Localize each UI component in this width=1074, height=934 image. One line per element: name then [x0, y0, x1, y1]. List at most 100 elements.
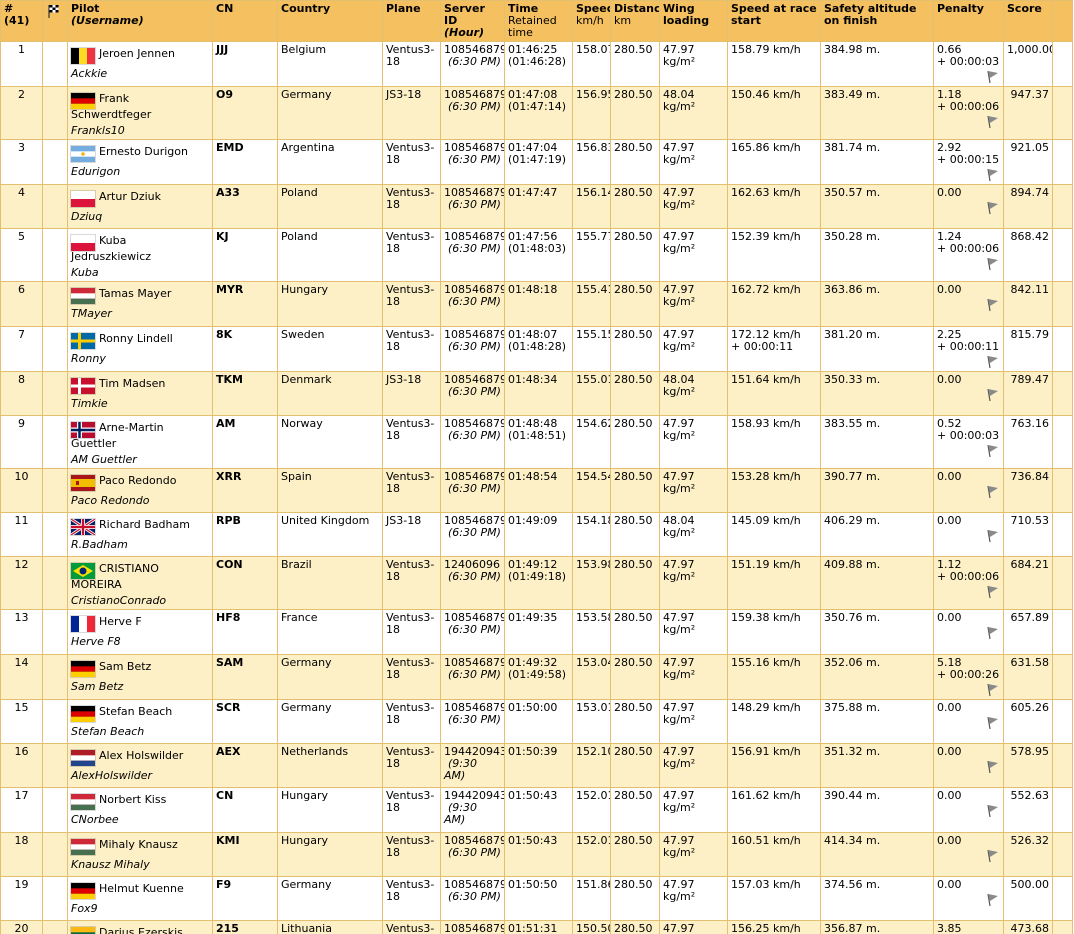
- table-row[interactable]: 16 Alex Holswilder AlexHolswilder AEX Nether…: [0, 743, 1073, 789]
- table-row[interactable]: 8 Tim Madsen Timkie TKM Denmark JS3-18 1085468…: [0, 370, 1073, 416]
- penalty-flag-icon[interactable]: [985, 168, 1001, 182]
- pilot-cell[interactable]: Tamas Mayer TMayer: [67, 281, 213, 327]
- penalty-flag-icon[interactable]: [985, 760, 1001, 774]
- table-row[interactable]: 1 Jeroen Jennen Ackkie JJJ Belgium Ventus3-18…: [0, 41, 1073, 87]
- table-row[interactable]: 6 Tamas Mayer TMayer MYR Hungary Ventus3-18 10…: [0, 281, 1073, 327]
- plane-cell: Ventus3-18: [382, 653, 441, 700]
- penalty-flag-icon[interactable]: [985, 626, 1001, 640]
- col-country[interactable]: Country: [277, 0, 383, 42]
- table-row[interactable]: 20 Darius EzerskisDuzgis215LithuaniaVentu…: [0, 920, 1073, 934]
- pilot-cell[interactable]: Alex Holswilder AlexHolswilder: [67, 743, 213, 789]
- penalty-flag-icon[interactable]: [985, 115, 1001, 129]
- pilot-cell[interactable]: Helmut Kuenne Fox9: [67, 875, 213, 922]
- table-row[interactable]: 14 Sam Betz Sam Betz SAM Germany Ventus3-18 10…: [0, 653, 1073, 700]
- table-row[interactable]: 18 Mihaly Knausz Knausz Mihaly KMI Hungary Ve…: [0, 831, 1073, 877]
- pilot-cell[interactable]: Kuba Jedruszkiewicz Kuba: [67, 228, 213, 283]
- pilot-cell[interactable]: Arne-Martin Guettler AM Guettler: [67, 414, 213, 469]
- pilot-cell[interactable]: Richard Badham R.Badham: [67, 512, 213, 558]
- pilot-cell[interactable]: Sam Betz Sam Betz: [67, 653, 213, 700]
- pilot-name[interactable]: Paco Redondo: [99, 474, 176, 487]
- pilot-cell[interactable]: Paco Redondo Paco Redondo: [67, 467, 213, 514]
- pilot-name[interactable]: Ronny Lindell: [99, 332, 173, 345]
- penalty-flag-icon[interactable]: [985, 529, 1001, 543]
- pilot-cell[interactable]: Jeroen Jennen Ackkie: [67, 41, 213, 87]
- extra-cell: [1052, 556, 1073, 611]
- pilot-name[interactable]: Artur Dziuk: [99, 190, 161, 203]
- pilot-name[interactable]: Tamas Mayer: [99, 287, 171, 300]
- pilot-cell[interactable]: Ronny Lindell Ronny: [67, 325, 213, 372]
- pilot-cell[interactable]: Tim Madsen Timkie: [67, 370, 213, 416]
- penalty-flag-icon[interactable]: [985, 585, 1001, 599]
- penalty-flag-icon[interactable]: [985, 201, 1001, 215]
- speed-race-start: 165.86 km/h: [731, 141, 801, 154]
- pilot-name[interactable]: Ernesto Durigon: [99, 145, 188, 158]
- col-distance[interactable]: Distancekm: [610, 0, 660, 42]
- col-pilot[interactable]: Pilot (Username): [67, 0, 213, 42]
- col-rank[interactable]: # (41): [0, 0, 43, 42]
- table-row[interactable]: 17 Norbert Kiss CNorbee CN Hungary Ventus3-18…: [0, 787, 1073, 833]
- table-row[interactable]: 5 Kuba Jedruszkiewicz Kuba KJ Poland Ventus3-…: [0, 228, 1073, 283]
- penalty-flag-icon[interactable]: [985, 444, 1001, 458]
- penalty-flag-icon[interactable]: [985, 355, 1001, 369]
- table-row[interactable]: 11 Richard Badham R.Badham RPB United Kingdo…: [0, 512, 1073, 558]
- col-speed-race-start[interactable]: Speed at race start: [727, 0, 821, 42]
- table-row[interactable]: 3 Ernesto Durigon Edurigon EMD Argentina Vent…: [0, 139, 1073, 185]
- pilot-cell[interactable]: Artur Dziuk Dziuq: [67, 183, 213, 230]
- hungary-flag-icon: [71, 288, 95, 305]
- penalty-flag-icon[interactable]: [985, 388, 1001, 402]
- pilot-cell[interactable]: Frank Schwerdtfeger Frankls10: [67, 86, 213, 140]
- table-row[interactable]: 9 Arne-Martin Guettler AM Guettler AM Norway…: [0, 414, 1073, 469]
- pilot-cell[interactable]: Mihaly Knausz Knausz Mihaly: [67, 831, 213, 877]
- col-time[interactable]: Time Retained time: [504, 0, 573, 42]
- cn-cell: AEX: [212, 743, 278, 789]
- pilot-cell[interactable]: Ernesto Durigon Edurigon: [67, 139, 213, 185]
- col-cn[interactable]: CN: [212, 0, 278, 42]
- pilot-cell[interactable]: CRISTIANO MOREIRA CristianoConrado: [67, 556, 213, 611]
- penalty-flag-icon[interactable]: [985, 849, 1001, 863]
- table-row[interactable]: 4 Artur Dziuk Dziuq A33 Poland Ventus3-18 1085…: [0, 183, 1073, 230]
- penalty-flag-icon[interactable]: [985, 683, 1001, 697]
- penalty-flag-icon[interactable]: [985, 485, 1001, 499]
- table-row[interactable]: 2 Frank Schwerdtfeger Frankls10 O9 Germany JS…: [0, 86, 1073, 140]
- penalty-flag-icon[interactable]: [985, 716, 1001, 730]
- pilot-cell[interactable]: Herve F Herve F8: [67, 609, 213, 655]
- table-row[interactable]: 19 Helmut Kuenne Fox9 F9 Germany Ventus3-18 10…: [0, 875, 1073, 922]
- table-row[interactable]: 7 Ronny Lindell Ronny 8K Sweden Ventus3-18 108…: [0, 325, 1073, 372]
- pilot-name[interactable]: Tim Madsen: [99, 377, 165, 390]
- penalty-flag-icon[interactable]: [985, 893, 1001, 907]
- pilot-name[interactable]: Herve F: [99, 615, 142, 628]
- col-safety-altitude[interactable]: Safety altitude on finish: [820, 0, 934, 42]
- pilot-name[interactable]: Helmut Kuenne: [99, 882, 184, 895]
- pilot-name[interactable]: Alex Holswilder: [99, 749, 183, 762]
- table-row[interactable]: 10 Paco Redondo Paco Redondo XRR Spain Ventus…: [0, 467, 1073, 514]
- pilot-cell[interactable]: Stefan Beach Stefan Beach: [67, 698, 213, 745]
- table-row[interactable]: 12 CRISTIANO MOREIRA CristianoConrado CON Br…: [0, 556, 1073, 611]
- pilot-name[interactable]: Mihaly Knausz: [99, 838, 178, 851]
- col-wing[interactable]: Wing loading: [659, 0, 728, 42]
- col-speed[interactable]: Speedkm/h: [572, 0, 611, 42]
- table-row[interactable]: 13 Herve F Herve F8 HF8 France Ventus3-18 1085…: [0, 609, 1073, 655]
- pilot-cell[interactable]: Darius EzerskisDuzgis: [67, 920, 213, 934]
- retained-time: (01:48:51): [508, 428, 566, 442]
- pilot-cell[interactable]: Norbert Kiss CNorbee: [67, 787, 213, 833]
- col-extra: [1052, 0, 1073, 42]
- penalty-flag-icon[interactable]: [985, 804, 1001, 818]
- col-plane[interactable]: Plane: [382, 0, 441, 42]
- pilot-name[interactable]: Richard Badham: [99, 518, 190, 531]
- server-cell: 1085468796(6:30 PM): [440, 370, 505, 416]
- pilot-name[interactable]: Sam Betz: [99, 660, 151, 673]
- pilot-name[interactable]: Darius Ezerskis: [99, 926, 183, 934]
- pilot-name[interactable]: Stefan Beach: [99, 705, 172, 718]
- penalty-flag-icon[interactable]: [985, 298, 1001, 312]
- penalty-flag-icon[interactable]: [985, 257, 1001, 271]
- speed-race-start: 156.91 km/h: [731, 745, 801, 759]
- table-row[interactable]: 15 Stefan Beach Stefan Beach SCR Germany Vent…: [0, 698, 1073, 745]
- col-score[interactable]: Score: [1003, 0, 1053, 42]
- pilot-name[interactable]: Norbert Kiss: [99, 793, 166, 806]
- penalty-flag-icon[interactable]: [985, 70, 1001, 84]
- col-penalty[interactable]: Penalty: [933, 0, 1004, 42]
- pilot-name[interactable]: Jeroen Jennen: [99, 47, 175, 60]
- speed-race-start-cell: 162.63 km/h: [727, 183, 821, 230]
- col-server[interactable]: Server ID (Hour): [440, 0, 505, 42]
- penalty-cell: 0.00: [933, 370, 1004, 416]
